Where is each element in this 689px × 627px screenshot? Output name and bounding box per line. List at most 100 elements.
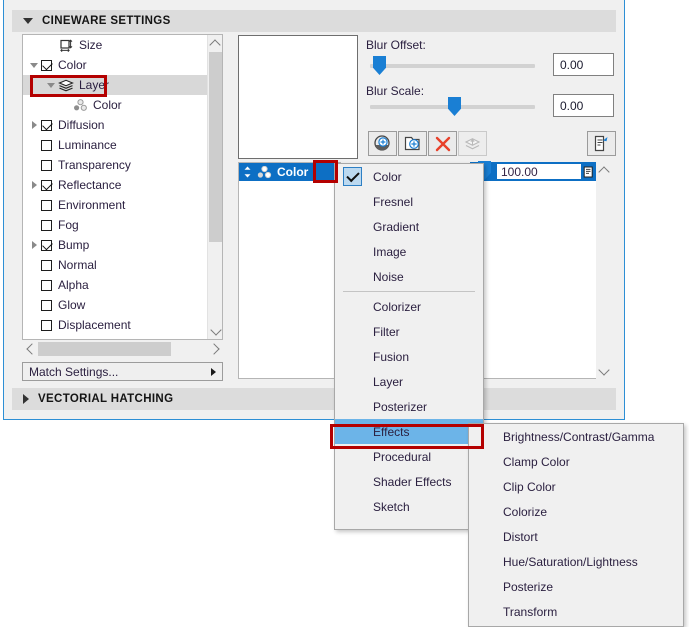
channel-tree[interactable]: Size Color Layer Color Diffusion Luminance Tra…: [22, 34, 223, 340]
tree-item-reflectance-7[interactable]: Reflectance: [23, 175, 222, 195]
blur-offset-slider-handle[interactable]: [373, 56, 386, 75]
blur-scale-value-field[interactable]: 0.00: [553, 94, 614, 117]
tree-item-glow-13[interactable]: Glow: [23, 295, 222, 315]
expander-expand-icon[interactable]: [27, 175, 41, 195]
tree-item-fog-9[interactable]: Fog: [23, 215, 222, 235]
menu-item-color[interactable]: Color: [335, 164, 483, 189]
section-header-cineware[interactable]: CINEWARE SETTINGS: [12, 10, 616, 32]
tree-item-alpha-12[interactable]: Alpha: [23, 275, 222, 295]
tree-item-diffusion-4[interactable]: Diffusion: [23, 115, 222, 135]
merge-layers-icon: [464, 138, 481, 150]
expander-collapse-icon[interactable]: [44, 75, 58, 95]
scroll-thumb-horizontal[interactable]: [38, 342, 171, 356]
scroll-up-arrow[interactable]: [208, 35, 222, 51]
channel-checkbox[interactable]: [41, 199, 52, 211]
tree-item-size-0[interactable]: Size: [23, 35, 222, 55]
menu-item-gradient[interactable]: Gradient: [335, 214, 483, 239]
scroll-thumb-vertical[interactable]: [209, 52, 222, 242]
menu-item-image[interactable]: Image: [335, 239, 483, 264]
menu-item-label: Fresnel: [373, 194, 414, 209]
triangle-down-icon[interactable]: [23, 18, 33, 24]
channel-checkbox[interactable]: [41, 279, 52, 291]
menu-item-filter[interactable]: Filter: [335, 319, 483, 344]
scroll-left-arrow[interactable]: [22, 341, 38, 357]
tree-item-color-3[interactable]: Color: [23, 95, 222, 115]
shader-value-scrollbar[interactable]: [596, 162, 611, 379]
channel-checkbox[interactable]: [41, 219, 52, 231]
menu-item-fresnel[interactable]: Fresnel: [335, 189, 483, 214]
tree-item-label: Color: [93, 98, 122, 112]
expander-expand-icon[interactable]: [27, 115, 41, 135]
add-shader-button[interactable]: [368, 131, 397, 156]
expander-placeholder: [27, 255, 41, 275]
submenu-item-posterize[interactable]: Posterize: [469, 574, 683, 599]
channel-checkbox[interactable]: [41, 59, 52, 71]
submenu-item-hue-saturation-lightness[interactable]: Hue/Saturation/Lightness: [469, 549, 683, 574]
blur-offset-slider[interactable]: [370, 56, 535, 75]
scroll-right-arrow[interactable]: [207, 341, 223, 357]
tree-item-displacement-14[interactable]: Displacement: [23, 315, 222, 335]
delete-button[interactable]: [428, 131, 457, 156]
menu-item-colorizer[interactable]: Colorizer: [335, 294, 483, 319]
value-scroll-down-arrow[interactable]: [596, 363, 611, 379]
menu-item-effects[interactable]: Effects: [335, 419, 483, 444]
menu-item-posterizer[interactable]: Posterizer: [335, 394, 483, 419]
expander-expand-icon[interactable]: [27, 235, 41, 255]
submenu-item-label: Clamp Color: [503, 454, 570, 469]
tree-item-transparency-6[interactable]: Transparency: [23, 155, 222, 175]
submenu-item-colorize[interactable]: Colorize: [469, 499, 683, 524]
scroll-down-arrow[interactable]: [208, 323, 222, 339]
tree-item-label: Luminance: [58, 138, 117, 152]
blur-scale-slider-handle[interactable]: [448, 97, 461, 116]
export-button[interactable]: [587, 131, 616, 156]
expander-collapse-icon[interactable]: [27, 55, 41, 75]
menu-item-layer[interactable]: Layer: [335, 369, 483, 394]
shader-layer-list[interactable]: Color: [238, 162, 341, 379]
tree-horizontal-scrollbar[interactable]: [22, 341, 223, 357]
channel-checkbox[interactable]: [41, 259, 52, 271]
triangle-right-icon[interactable]: [23, 394, 29, 404]
tree-vertical-scrollbar[interactable]: [207, 35, 222, 339]
match-settings-button[interactable]: Match Settings...: [22, 362, 223, 381]
menu-separator: [343, 291, 475, 292]
channel-checkbox[interactable]: [41, 179, 52, 191]
reorder-handle-icon[interactable]: [243, 166, 252, 178]
tree-item-normal-11[interactable]: Normal: [23, 255, 222, 275]
submenu-item-brightness-contrast-gamma[interactable]: Brightness/Contrast/Gamma: [469, 424, 683, 449]
channel-checkbox[interactable]: [41, 239, 52, 251]
shader-type-context-menu[interactable]: Color Fresnel Gradient Image Noise Colorizer F…: [334, 163, 484, 530]
menu-item-procedural[interactable]: Procedural: [335, 444, 483, 469]
submenu-item-clip-color[interactable]: Clip Color: [469, 474, 683, 499]
submenu-item-clamp-color[interactable]: Clamp Color: [469, 449, 683, 474]
tree-item-bump-10[interactable]: Bump: [23, 235, 222, 255]
add-layer-button[interactable]: [398, 131, 427, 156]
value-scroll-up-arrow[interactable]: [596, 162, 611, 178]
shader-list-row[interactable]: Color: [239, 163, 340, 181]
shader-preview-thumbnail[interactable]: [238, 35, 358, 159]
tree-item-layer-2[interactable]: Layer: [23, 75, 222, 95]
tree-item-luminance-5[interactable]: Luminance: [23, 135, 222, 155]
opacity-value-field[interactable]: 100.00: [496, 163, 591, 180]
shader-value-column[interactable]: [470, 162, 605, 379]
channel-checkbox[interactable]: [41, 139, 52, 151]
menu-item-noise[interactable]: Noise: [335, 264, 483, 289]
tree-item-environment-8[interactable]: Environment: [23, 195, 222, 215]
channel-checkbox[interactable]: [41, 159, 52, 171]
blur-scale-slider[interactable]: [370, 97, 535, 116]
section-header-vectorial-hatching[interactable]: VECTORIAL HATCHING: [12, 388, 616, 410]
effects-submenu[interactable]: Brightness/Contrast/Gamma Clamp Color Clip…: [468, 423, 684, 627]
channel-checkbox[interactable]: [41, 299, 52, 311]
channel-checkbox[interactable]: [41, 319, 52, 331]
menu-item-fusion[interactable]: Fusion: [335, 344, 483, 369]
submenu-item-transform[interactable]: Transform: [469, 599, 683, 624]
tree-item-label: Bump: [58, 238, 90, 252]
expander-placeholder: [27, 135, 41, 155]
menu-item-shader-effects[interactable]: Shader Effects: [335, 469, 483, 494]
channel-checkbox[interactable]: [41, 119, 52, 131]
opacity-stepper-button[interactable]: [581, 163, 596, 180]
submenu-item-distort[interactable]: Distort: [469, 524, 683, 549]
tree-item-color-1[interactable]: Color: [23, 55, 222, 75]
tree-item-label: Alpha: [58, 278, 89, 292]
menu-item-sketch[interactable]: Sketch: [335, 494, 483, 519]
blur-offset-value-field[interactable]: 0.00: [553, 53, 614, 76]
